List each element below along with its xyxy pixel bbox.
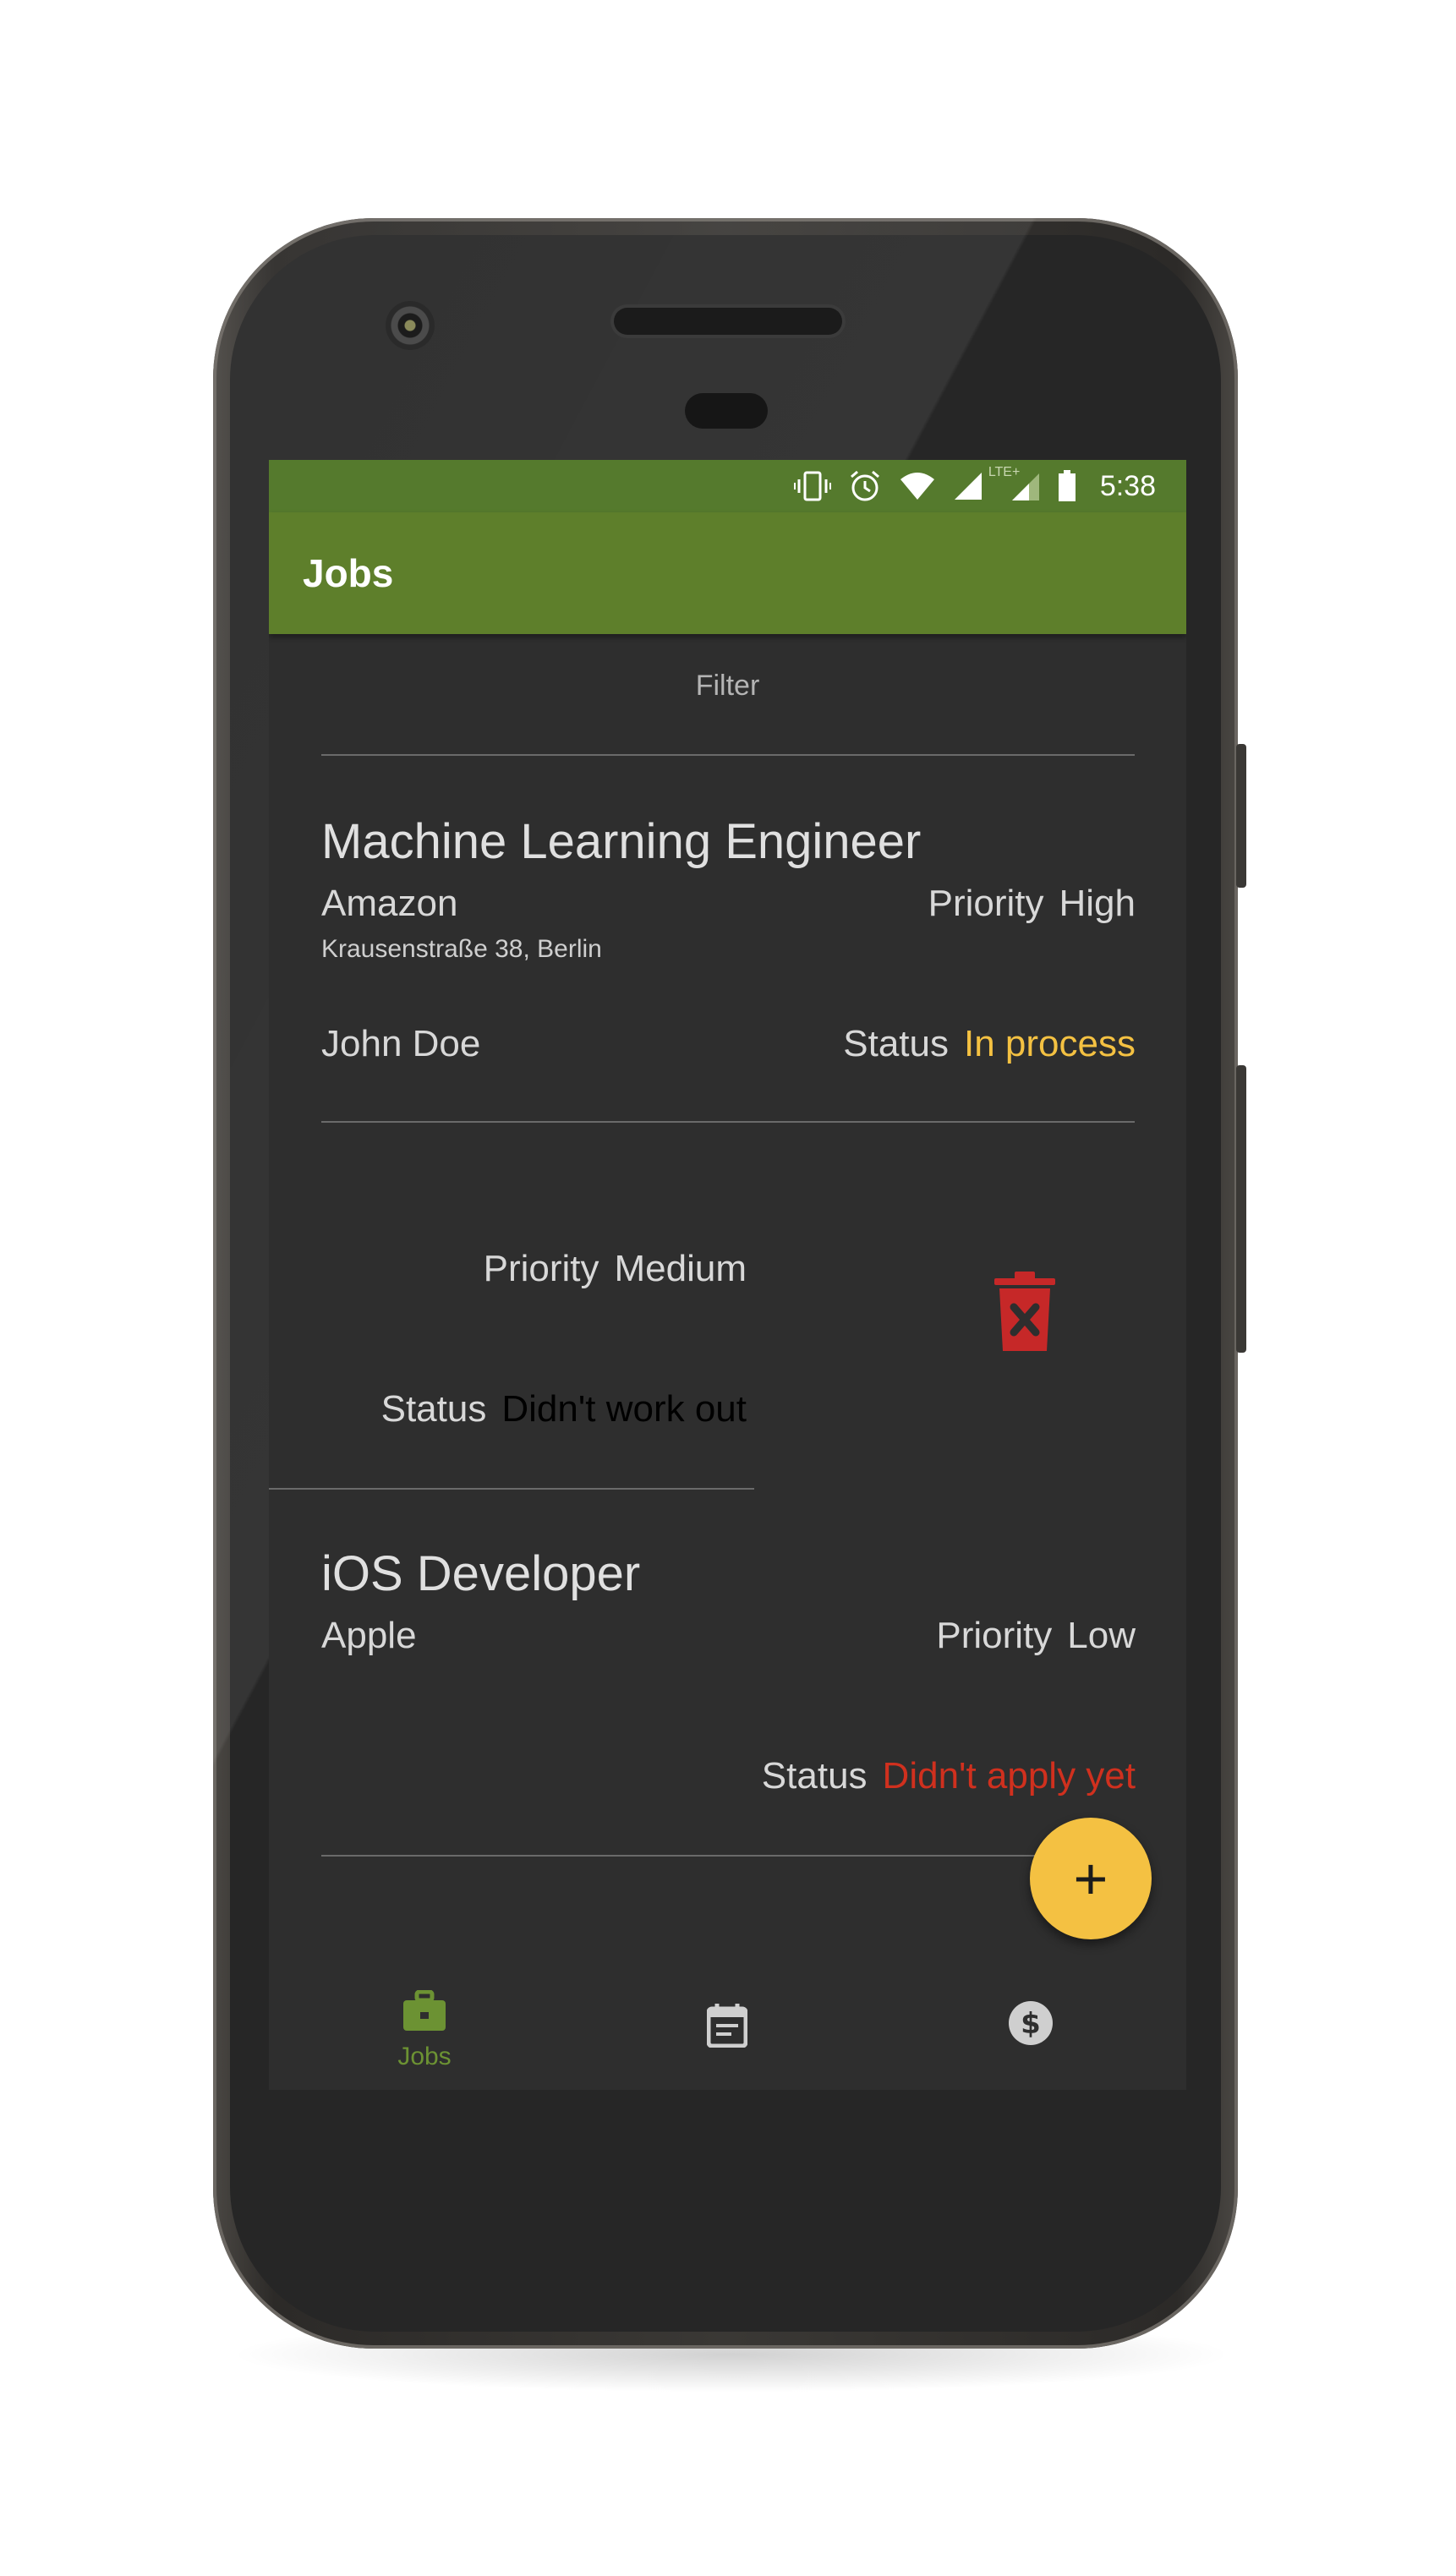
job-priority: Priority High xyxy=(928,883,1136,925)
nav-item-jobs[interactable]: Jobs xyxy=(272,1983,577,2090)
delete-icon[interactable] xyxy=(991,1270,1059,1354)
status-bar: LTE+ 5:38 xyxy=(269,460,1186,512)
priority-label: Priority xyxy=(928,883,1044,924)
nav-item-finances[interactable]: $ xyxy=(879,1983,1183,2090)
earpiece-speaker xyxy=(614,308,842,335)
priority-value: Low xyxy=(1067,1615,1136,1656)
status-icons: LTE+ 5:38 xyxy=(793,465,1156,506)
job-address: Krausenstraße 38, Berlin xyxy=(321,935,602,963)
job-status: Status In process xyxy=(843,1023,1136,1065)
job-status: Status Didn't apply yet xyxy=(762,1755,1136,1797)
job-divider xyxy=(321,1855,1135,1857)
power-button xyxy=(1236,744,1246,888)
status-label: Status xyxy=(843,1023,950,1064)
job-divider xyxy=(321,1121,1135,1123)
signal-icon xyxy=(953,467,983,506)
calendar-icon xyxy=(706,2002,748,2052)
status-value: In process xyxy=(964,1023,1136,1064)
filter-button[interactable]: Filter xyxy=(269,670,1186,703)
app-screen: LTE+ 5:38 Jobs Filter Machine Learning E… xyxy=(269,460,1186,2090)
job-priority: Priority Medium xyxy=(484,1248,747,1290)
job-title: Machine Learning Engineer xyxy=(321,814,922,869)
battery-icon xyxy=(1058,467,1076,506)
app-title: Jobs xyxy=(303,551,394,595)
priority-value: High xyxy=(1059,883,1136,924)
status-label: Status xyxy=(380,1388,487,1430)
job-priority: Priority Low xyxy=(936,1615,1136,1657)
status-time: 5:38 xyxy=(1099,469,1156,502)
job-divider xyxy=(269,1488,754,1490)
job-contact: John Doe xyxy=(321,1023,481,1064)
job-company: Amazon xyxy=(321,883,458,924)
front-camera xyxy=(386,301,435,350)
status-value: Didn't apply yet xyxy=(882,1755,1136,1797)
nav-label-jobs: Jobs xyxy=(397,2043,452,2070)
volume-button xyxy=(1236,1065,1246,1353)
job-company: Apple xyxy=(321,1615,417,1656)
app-bar: Jobs xyxy=(269,512,1186,634)
job-status: Status Didn't work out xyxy=(381,1388,747,1430)
priority-label: Priority xyxy=(483,1248,599,1289)
bottom-navigation: Jobs $ xyxy=(269,1983,1186,2090)
lte-label: LTE+ xyxy=(988,465,1021,479)
svg-text:$: $ xyxy=(1021,2007,1041,2041)
job-title: iOS Developer xyxy=(321,1546,641,1601)
nav-item-calendar[interactable] xyxy=(575,1983,879,2090)
dollar-icon: $ xyxy=(1008,2000,1054,2050)
priority-label: Priority xyxy=(936,1615,1053,1656)
lte-signal-icon: LTE+ xyxy=(988,465,1041,506)
add-icon: + xyxy=(1073,1846,1108,1911)
vibrate-icon xyxy=(793,467,831,506)
alarm-icon xyxy=(848,467,882,506)
status-value: Didn't work out xyxy=(501,1388,747,1430)
priority-value: Medium xyxy=(614,1248,747,1289)
proximity-sensor xyxy=(685,393,768,429)
add-job-button[interactable]: + xyxy=(1030,1818,1152,1939)
wifi-icon xyxy=(899,467,936,506)
briefcase-icon xyxy=(402,1989,447,2037)
filter-divider xyxy=(321,754,1135,756)
status-label: Status xyxy=(761,1755,868,1797)
